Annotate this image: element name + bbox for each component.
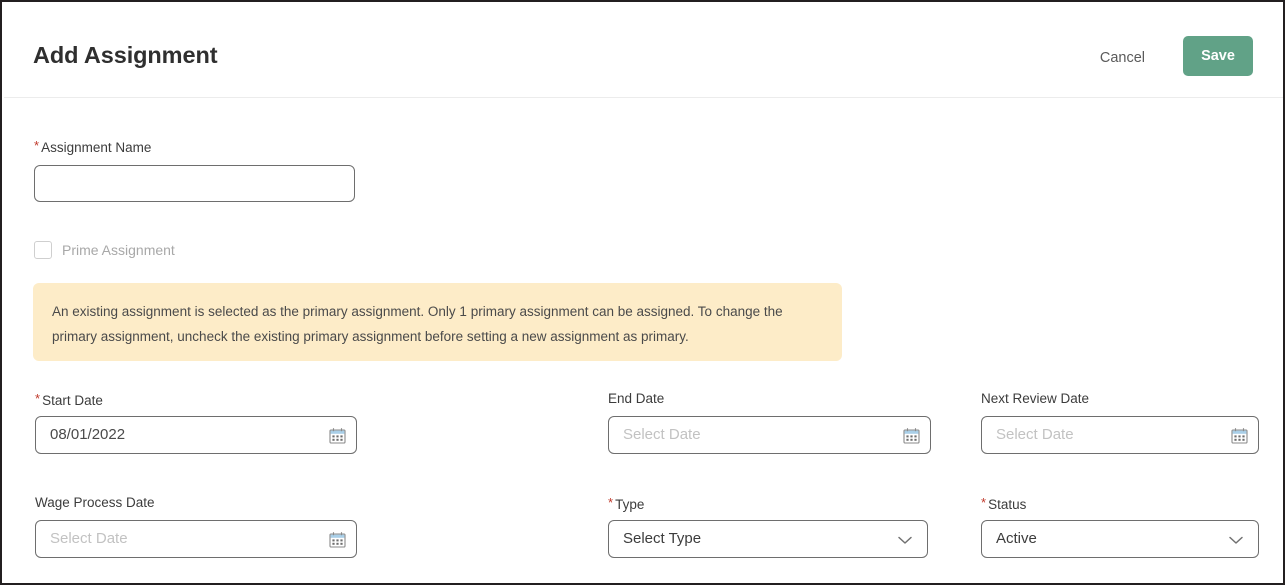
calendar-icon[interactable] [903, 427, 920, 444]
wage-process-date-label: Wage Process Date [35, 495, 155, 510]
status-select-value: Active [996, 530, 1037, 547]
assignment-name-input[interactable] [34, 165, 355, 202]
chevron-down-icon[interactable] [895, 533, 915, 545]
assignment-name-label: * Assignment Name [34, 137, 151, 157]
cancel-button[interactable]: Cancel [1094, 44, 1151, 72]
start-date-label-text: Start Date [42, 393, 103, 408]
status-label-text: Status [988, 497, 1027, 512]
prime-assignment-checkbox[interactable] [34, 241, 52, 259]
end-date-label: End Date [608, 391, 665, 406]
start-date-value: 08/01/2022 [50, 426, 126, 443]
primary-assignment-warning-banner: An existing assignment is selected as th… [33, 283, 842, 361]
required-asterisk: * [35, 391, 41, 406]
chevron-down-icon[interactable] [1226, 533, 1246, 545]
calendar-icon[interactable] [329, 427, 346, 444]
wage-process-date-field[interactable]: Select Date [35, 520, 357, 558]
page-header: Add Assignment Cancel Save [4, 4, 1283, 98]
wage-process-date-value: Select Date [50, 530, 128, 547]
type-label-text: Type [615, 497, 645, 512]
next-review-date-field[interactable]: Select Date [981, 416, 1259, 454]
warning-message: An existing assignment is selected as th… [52, 304, 783, 344]
type-select-value: Select Type [623, 530, 702, 547]
calendar-icon[interactable] [1231, 427, 1248, 444]
end-date-value: Select Date [623, 426, 701, 443]
required-asterisk: * [608, 495, 614, 510]
save-button[interactable]: Save [1183, 36, 1253, 76]
prime-assignment-label: Prime Assignment [62, 242, 175, 258]
next-review-date-label: Next Review Date [981, 391, 1090, 406]
assignment-form: * Assignment Name Prime Assignment An exi… [4, 98, 1283, 581]
calendar-icon[interactable] [329, 531, 346, 548]
status-select[interactable]: Active [981, 520, 1259, 558]
page-title: Add Assignment [33, 42, 218, 68]
status-label: * Status [981, 494, 1026, 514]
end-date-field[interactable]: Select Date [608, 416, 931, 454]
start-date-field[interactable]: 08/01/2022 [35, 416, 357, 454]
type-select[interactable]: Select Type [608, 520, 928, 558]
prime-assignment-checkbox-row[interactable]: Prime Assignment [34, 241, 175, 259]
add-assignment-page: Add Assignment Cancel Save * Assignment N… [0, 0, 1285, 585]
assignment-name-label-text: Assignment Name [41, 140, 152, 155]
type-label: * Type [608, 494, 644, 514]
required-asterisk: * [981, 495, 987, 510]
required-asterisk: * [34, 138, 40, 153]
next-review-date-value: Select Date [996, 426, 1074, 443]
start-date-label: * Start Date [35, 390, 103, 410]
